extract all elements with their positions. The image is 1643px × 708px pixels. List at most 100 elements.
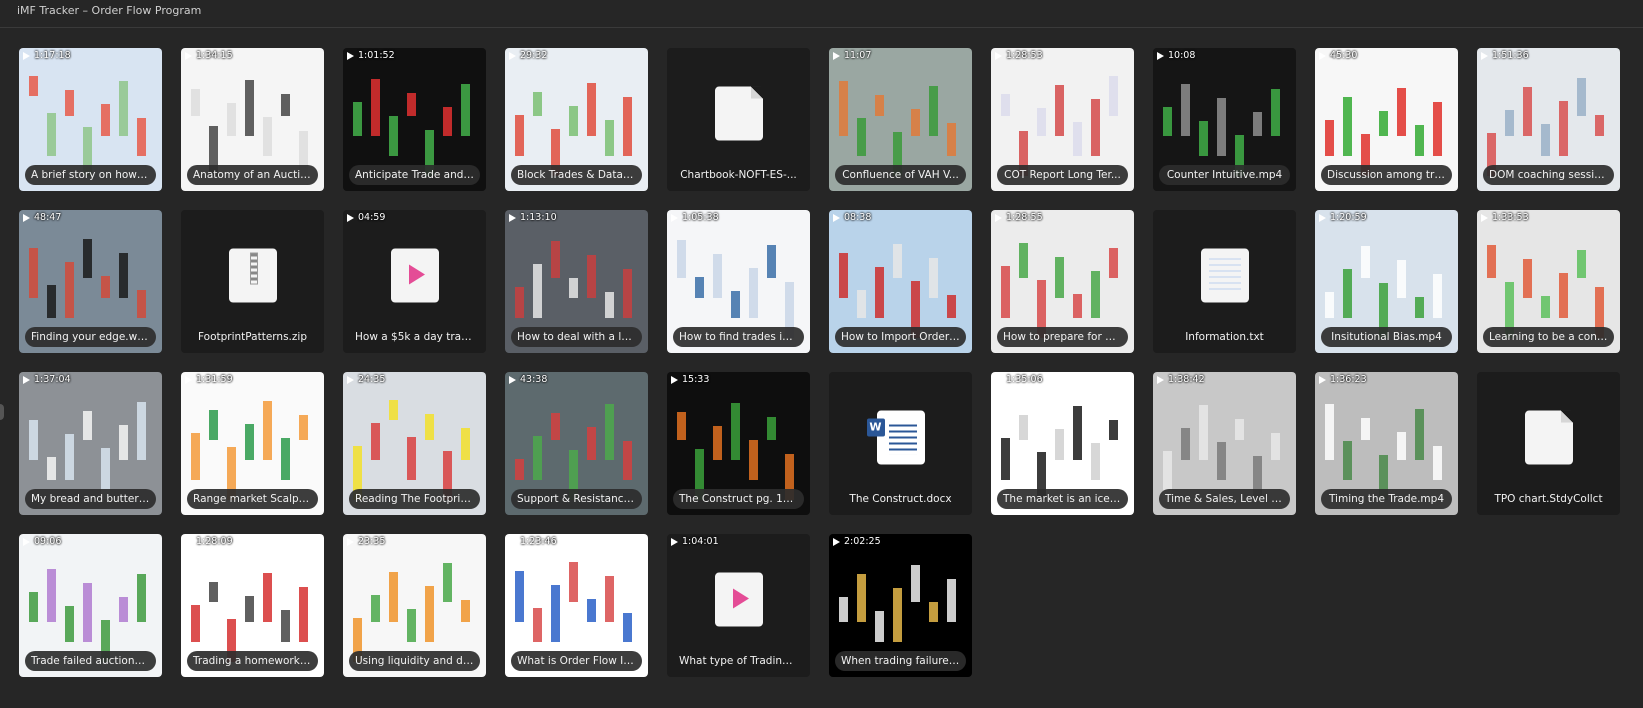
duration-text: 1:35:06	[1006, 374, 1043, 385]
file-tile[interactable]: Chartbook-NOFT-ES-...	[667, 48, 810, 191]
video-tile[interactable]: 15:33 The Construct pg. 19 ...	[667, 372, 810, 515]
file-name-label: Anticipate Trade and ...	[349, 165, 480, 185]
file-name-label: Trade failed auctions....	[25, 651, 156, 671]
file-name-label: The market is an ice b...	[997, 489, 1128, 509]
play-icon	[995, 375, 1002, 384]
file-name-label: Using liquidity and de...	[349, 651, 480, 671]
file-name-label: What type of Trading ...	[679, 655, 803, 667]
duration-badge: 1:36:23	[1319, 374, 1367, 385]
play-icon	[23, 537, 30, 546]
file-tile[interactable]: TPO chart.StdyCollct	[1477, 372, 1620, 515]
video-tile[interactable]: 1:37:04 My bread and butter t...	[19, 372, 162, 515]
video-tile[interactable]: 10:08 Counter Intuitive.mp4	[1153, 48, 1296, 191]
text-file-icon	[1200, 248, 1249, 303]
file-tile[interactable]: 1:04:01 What type of Trading ...	[667, 534, 810, 677]
file-name-label: My bread and butter t...	[25, 489, 156, 509]
file-name-label: Block Trades & Data r...	[511, 165, 642, 185]
file-name-label: FootprintPatterns.zip	[198, 331, 307, 343]
scroll-handle[interactable]	[0, 404, 4, 420]
duration-badge: 1:20:59	[1319, 212, 1367, 223]
duration-text: 10:08	[1168, 50, 1196, 61]
file-tile[interactable]: Information.txt	[1153, 210, 1296, 353]
play-icon	[671, 375, 678, 384]
video-tile[interactable]: 1:35:06 The market is an ice b...	[991, 372, 1134, 515]
file-name-label: Reading The Footprin...	[349, 489, 480, 509]
video-tile[interactable]: 1:34:15 Anatomy of an Auctio...	[181, 48, 324, 191]
play-icon	[509, 375, 516, 384]
video-tile[interactable]: 29:32 Block Trades & Data r...	[505, 48, 648, 191]
file-tile[interactable]: 04:59 How a $5k a day trad...	[343, 210, 486, 353]
video-tile[interactable]: 09:06 Trade failed auctions....	[19, 534, 162, 677]
video-tile[interactable]: 45:30 Discussion among tra...	[1315, 48, 1458, 191]
duration-badge: 09:06	[23, 536, 61, 547]
video-tile[interactable]: 1:33:53 Learning to be a contr...	[1477, 210, 1620, 353]
play-icon	[1481, 213, 1488, 222]
duration-text: 1:51:36	[1492, 50, 1529, 61]
video-tile[interactable]: 11:07 Confluence of VAH V...	[829, 48, 972, 191]
duration-badge: 24:35	[347, 374, 385, 385]
play-icon	[185, 51, 192, 60]
duration-text: 2:02:25	[844, 536, 881, 547]
video-tile[interactable]: 1:17:18 A brief story on how t...	[19, 48, 162, 191]
duration-badge: 2:02:25	[833, 536, 881, 547]
duration-badge: 45:30	[1319, 50, 1357, 61]
video-tile[interactable]: 1:28:09 Trading a homework l...	[181, 534, 324, 677]
video-tile[interactable]: 43:38 Support & Resistance....	[505, 372, 648, 515]
play-icon	[671, 213, 678, 222]
video-tile[interactable]: 1:20:59 Insitutional Bias.mp4	[1315, 210, 1458, 353]
play-icon	[185, 537, 192, 546]
file-tile[interactable]: FootprintPatterns.zip	[181, 210, 324, 353]
video-tile[interactable]: 1:31:59 Range market Scalpin...	[181, 372, 324, 515]
video-tile[interactable]: 1:38:42 Time & Sales, Level II ...	[1153, 372, 1296, 515]
play-icon	[995, 51, 1002, 60]
duration-text: 1:04:01	[682, 536, 719, 547]
play-icon	[509, 537, 516, 546]
file-tile[interactable]: W The Construct.docx	[829, 372, 972, 515]
duration-badge: 1:34:15	[185, 50, 233, 61]
file-name-label: Information.txt	[1185, 331, 1264, 343]
video-tile[interactable]: 08:38 How to Import Order ...	[829, 210, 972, 353]
file-name-label: How to prepare for a ...	[997, 327, 1128, 347]
media-file-icon	[390, 248, 439, 303]
duration-badge: 04:59	[347, 212, 385, 223]
video-tile[interactable]: 1:28:53 COT Report Long Ter...	[991, 48, 1134, 191]
video-tile[interactable]: 1:01:52 Anticipate Trade and ...	[343, 48, 486, 191]
duration-text: 24:35	[358, 374, 386, 385]
video-tile[interactable]: 1:23:46 What is Order Flow In...	[505, 534, 648, 677]
duration-text: 48:47	[34, 212, 62, 223]
duration-text: 08:38	[844, 212, 872, 223]
file-name-label: Timing the Trade.mp4	[1321, 489, 1452, 509]
duration-badge: 1:23:46	[509, 536, 557, 547]
play-icon	[23, 375, 30, 384]
file-name-label: How a $5k a day trad...	[355, 331, 478, 343]
duration-badge: 1:33:53	[1481, 212, 1529, 223]
video-tile[interactable]: 1:28:55 How to prepare for a ...	[991, 210, 1134, 353]
play-icon	[347, 51, 354, 60]
generic-file-icon	[1524, 410, 1573, 465]
duration-text: 23:35	[358, 536, 386, 547]
duration-text: 1:01:52	[358, 50, 395, 61]
video-tile[interactable]: 48:47 Finding your edge.wmv	[19, 210, 162, 353]
video-tile[interactable]: 2:02:25 When trading failures...	[829, 534, 972, 677]
play-icon	[23, 51, 30, 60]
file-name-label: DOM coaching sessio...	[1483, 165, 1614, 185]
duration-text: 1:36:23	[1330, 374, 1367, 385]
duration-badge: 1:01:52	[347, 50, 395, 61]
video-tile[interactable]: 1:13:10 How to deal with a lo...	[505, 210, 648, 353]
file-name-label: How to find trades in ...	[673, 327, 804, 347]
file-name-label: How to Import Order ...	[835, 327, 966, 347]
play-icon	[833, 537, 840, 546]
file-name-label: Trading a homework l...	[187, 651, 318, 671]
duration-badge: 43:38	[509, 374, 547, 385]
play-icon	[1157, 51, 1164, 60]
play-icon	[509, 51, 516, 60]
video-tile[interactable]: 1:51:36 DOM coaching sessio...	[1477, 48, 1620, 191]
video-tile[interactable]: 1:05:38 How to find trades in ...	[667, 210, 810, 353]
duration-text: 1:28:09	[196, 536, 233, 547]
video-tile[interactable]: 24:35 Reading The Footprin...	[343, 372, 486, 515]
video-tile[interactable]: 23:35 Using liquidity and de...	[343, 534, 486, 677]
duration-text: 1:37:04	[34, 374, 71, 385]
file-name-label: Time & Sales, Level II ...	[1159, 489, 1290, 509]
file-name-label: What is Order Flow In...	[511, 651, 642, 671]
video-tile[interactable]: 1:36:23 Timing the Trade.mp4	[1315, 372, 1458, 515]
